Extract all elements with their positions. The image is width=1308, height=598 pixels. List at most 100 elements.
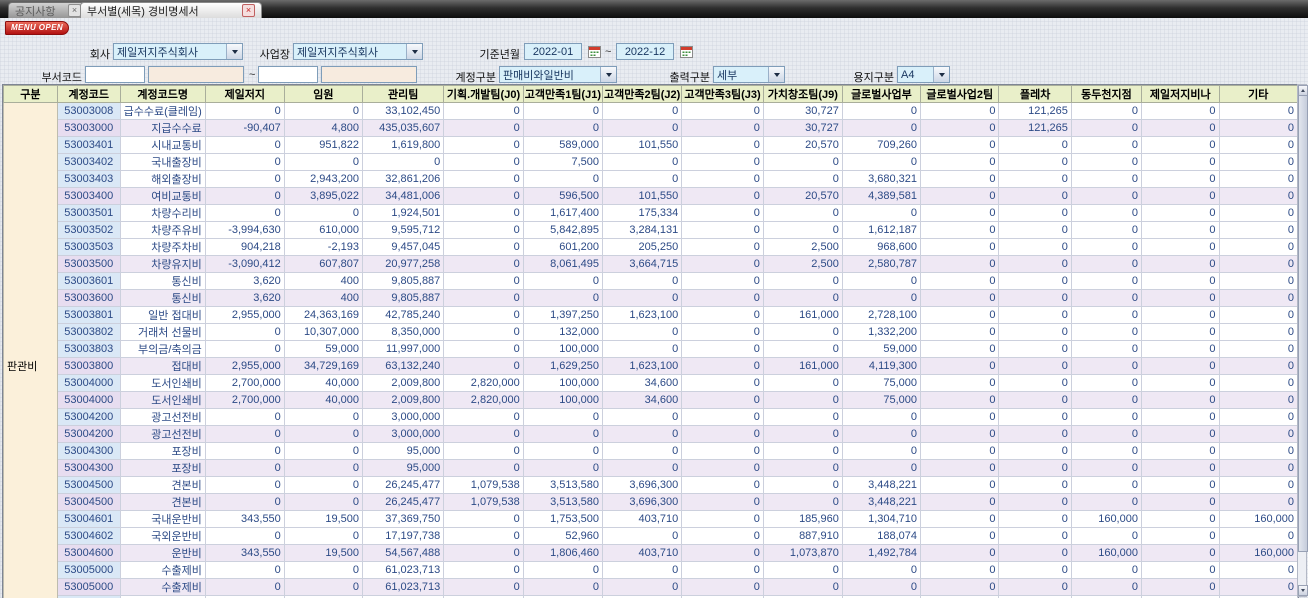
value-cell: 0 [1070, 493, 1142, 511]
table-row[interactable]: 53003402 국내출장비 0 0 0 0 7,500 0 0 0 0 0 0 0 0 0 [4, 153, 1298, 171]
value-cell: 185,960 [762, 510, 843, 528]
table-row[interactable]: 53004300 포장비 0 0 95,000 0 0 0 0 0 0 0 0 0 0 0 [4, 459, 1298, 477]
value-cell: 30,727 [762, 102, 843, 120]
value-cell: 0 [1140, 187, 1220, 205]
value-cell: 0 [1070, 119, 1142, 137]
value-cell: 0 [1140, 323, 1220, 341]
column-header: 임원 [283, 85, 364, 103]
value-cell: 0 [283, 561, 364, 579]
value-cell: 9,595,712 [361, 221, 445, 239]
value-cell: 435,035,607 [361, 119, 445, 137]
value-cell: 0 [204, 476, 285, 494]
value-cell: 42,785,240 [361, 306, 445, 324]
dept-code-from-input[interactable] [85, 66, 145, 83]
period-to-input[interactable] [616, 43, 674, 60]
table-row[interactable]: 53005000 수출제비 0 0 61,023,713 0 0 0 0 0 0 0 0 0 0 0 [4, 578, 1298, 596]
close-icon[interactable]: × [242, 4, 255, 17]
dept-tilde: ~ [249, 69, 256, 81]
table-row[interactable]: 53003403 해외출장비 0 2,943,200 32,861,206 0 0 0 0 0 3,… [4, 170, 1298, 188]
period-from-input[interactable] [524, 43, 582, 60]
value-cell: 0 [601, 272, 683, 290]
site-select[interactable]: 제일저지주식회사 [293, 43, 423, 60]
value-cell: 2,009,800 [361, 391, 445, 409]
calendar-icon[interactable] [588, 45, 601, 58]
tab-notice[interactable]: 공지사항 × [8, 2, 88, 18]
value-cell: 0 [522, 442, 604, 460]
table-row[interactable]: 53004500 견본비 0 0 26,245,477 1,079,538 3,513,58… [4, 476, 1298, 494]
dept-name-to-field[interactable] [321, 66, 417, 83]
app-window: 공지사항 × 부서별(세목) 경비명세서 × MENU OPEN 회사 제일저지… [0, 0, 1308, 598]
value-cell: 0 [443, 459, 524, 477]
dept-code-label: 부서코드 [41, 72, 82, 84]
dept-code-to-input[interactable] [258, 66, 318, 83]
calendar-icon[interactable] [680, 45, 693, 58]
table-row[interactable]: 53003400 여비교통비 0 3,895,022 34,481,006 0 596,50… [4, 187, 1298, 205]
table-row[interactable]: 53004000 도서인쇄비 2,700,000 40,000 2,009,800 2,8… [4, 391, 1298, 409]
tab-expense-report[interactable]: 부서별(세목) 경비명세서 × [80, 2, 262, 18]
table-row[interactable]: 판관비 53003008 급수수료(클레임) 0 0 33,102,450 0 0 0 0 30,7… [3, 102, 1298, 598]
table-row[interactable]: 53003801 일반 접대비 2,955,000 24,363,169 42,785,… [4, 306, 1298, 324]
table-row[interactable]: 53004200 광고선전비 0 0 3,000,000 0 0 0 0 0 0 0 0 0 0 0 [4, 408, 1298, 426]
scrollbar-thumb[interactable] [1298, 95, 1308, 552]
value-cell: 0 [443, 442, 524, 460]
table-row[interactable]: 53003800 접대비 2,955,000 34,729,169 63,132,240… [4, 357, 1298, 375]
account-code-cell: 53003000 [56, 119, 121, 137]
value-cell: 2,700,000 [204, 391, 285, 409]
table-row[interactable]: 53003803 부의금/축의금 0 59,000 11,997,000 0 100,000… [4, 340, 1298, 358]
scroll-down-icon[interactable] [1298, 585, 1308, 596]
value-cell: 0 [1140, 425, 1220, 443]
table-row[interactable]: 53004500 견본비 0 0 26,245,477 1,079,538 3,513,58… [4, 493, 1298, 511]
value-cell: 0 [920, 493, 1000, 511]
table-row[interactable]: 53003500 차량유지비 -3,090,412 607,807 20,977,258… [4, 255, 1298, 273]
table-row[interactable]: 53003502 차량주유비 -3,994,630 610,000 9,595,712 0… [4, 221, 1298, 239]
table-row[interactable]: 53004602 국외운반비 0 0 17,197,738 0 52,960 0 0 887,91… [4, 527, 1298, 545]
value-cell: 0 [998, 221, 1072, 239]
company-label: 회사 [89, 49, 110, 61]
value-cell: 0 [443, 527, 524, 545]
table-row[interactable]: 53003503 차량주차비 904,218 -2,193 9,457,045 0 601,… [4, 238, 1298, 256]
value-cell: 17,197,738 [361, 527, 445, 545]
menu-open-button[interactable]: MENU OPEN [5, 21, 69, 35]
output-type-select[interactable]: 세부 [713, 66, 785, 83]
value-cell: 0 [522, 425, 604, 443]
value-cell: 121,265 [998, 119, 1072, 137]
column-header: 가치창조팀(J9) [762, 85, 843, 103]
company-select[interactable]: 제일저지주식회사 [113, 43, 243, 60]
dept-name-from-field[interactable] [148, 66, 244, 83]
value-cell: 1,079,538 [443, 476, 524, 494]
value-cell: 0 [283, 476, 364, 494]
value-cell: 0 [1218, 493, 1298, 511]
table-row[interactable]: 53004601 국내운반비 343,550 19,500 37,369,750 0 1,7… [4, 510, 1298, 528]
table-row[interactable]: 53003501 차량수리비 0 0 1,924,501 0 1,617,400 175,33… [4, 204, 1298, 222]
value-cell: 20,570 [762, 136, 843, 154]
value-cell: 0 [920, 289, 1000, 307]
value-cell: 0 [681, 340, 764, 358]
table-row[interactable]: 53004200 광고선전비 0 0 3,000,000 0 0 0 0 0 0 0 0 0 0 0 [4, 425, 1298, 443]
table-row[interactable]: 53004000 도서인쇄비 2,700,000 40,000 2,009,800 2,8… [4, 374, 1298, 392]
account-type-label: 계정구분 [455, 72, 496, 84]
table-row[interactable]: 53003802 거래처 선물비 0 10,307,000 8,350,000 0 132,… [4, 323, 1298, 341]
value-cell: 0 [1070, 323, 1142, 341]
table-row[interactable]: 53005000 수출제비 0 0 61,023,713 0 0 0 0 0 0 0 0 0 0 0 [4, 561, 1298, 579]
account-name-cell: 국외운반비 [119, 527, 206, 545]
tab-expense-report-label: 부서별(세목) 경비명세서 [87, 5, 199, 18]
table-row[interactable]: 53003600 통신비 3,620 400 9,805,887 0 0 0 0 0 0 0 0 0 0 0 [4, 289, 1298, 307]
paper-type-select[interactable]: A4 [897, 66, 950, 83]
table-row[interactable]: 53003601 통신비 3,620 400 9,805,887 0 0 0 0 0 0 0 0 0 0 0 [4, 272, 1298, 290]
table-row[interactable]: 53003401 시내교통비 0 951,822 1,619,800 0 589,000 10… [4, 136, 1298, 154]
column-header: 동두천지점 [1070, 85, 1142, 103]
value-cell: 0 [1140, 306, 1220, 324]
table-row[interactable]: 53004300 포장비 0 0 95,000 0 0 0 0 0 0 0 0 0 0 0 [4, 442, 1298, 460]
account-name-cell: 포장비 [119, 459, 206, 477]
value-cell: 52,960 [522, 527, 604, 545]
account-type-select[interactable]: 판매비와일반비 [499, 66, 617, 83]
table-row[interactable]: 53003000 지급수수료 -90,407 4,800 435,035,607 0 0 0 0… [4, 119, 1298, 137]
value-cell: 589,000 [522, 136, 604, 154]
account-code-cell: 53004200 [56, 425, 121, 443]
vertical-scrollbar[interactable] [1297, 84, 1308, 597]
account-name-cell: 광고선전비 [119, 408, 206, 426]
table-row[interactable]: 53004600 운반비 343,550 19,500 54,567,488 0 1,806… [4, 544, 1298, 562]
value-cell: 0 [1070, 221, 1142, 239]
value-cell: 0 [762, 323, 843, 341]
account-code-cell: 53004000 [56, 391, 121, 409]
